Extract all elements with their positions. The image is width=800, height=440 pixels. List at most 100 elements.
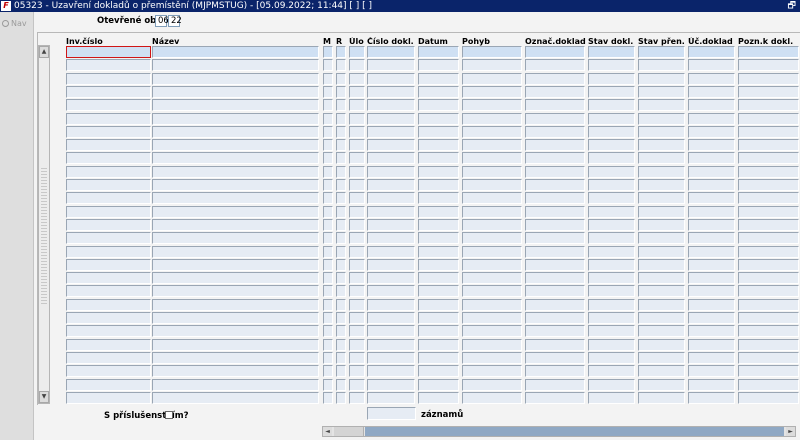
cell-oznac[interactable]: [525, 113, 585, 125]
cell-m[interactable]: [323, 285, 333, 297]
cell-datum[interactable]: [418, 379, 459, 391]
cell-pozn[interactable]: [738, 219, 799, 231]
cell-r[interactable]: [336, 206, 346, 218]
cell-datum[interactable]: [418, 325, 459, 337]
cell-stav_pren[interactable]: [638, 246, 685, 258]
cell-pozn[interactable]: [738, 285, 799, 297]
cell-cislo[interactable]: [367, 219, 415, 231]
cell-cislo[interactable]: [367, 166, 415, 178]
cell-nazev[interactable]: [152, 192, 319, 204]
cell-cislo[interactable]: [367, 113, 415, 125]
cell-uc_doklad[interactable]: [688, 392, 735, 404]
cell-uc_doklad[interactable]: [688, 206, 735, 218]
cell-r[interactable]: [336, 192, 346, 204]
cell-uc_doklad[interactable]: [688, 86, 735, 98]
cell-inv[interactable]: [66, 139, 151, 151]
cell-stav_dokl[interactable]: [588, 99, 635, 111]
cell-ulo[interactable]: [349, 379, 365, 391]
cell-stav_pren[interactable]: [638, 272, 685, 284]
cell-pozn[interactable]: [738, 232, 799, 244]
cell-inv[interactable]: [66, 46, 151, 58]
cell-stav_dokl[interactable]: [588, 246, 635, 258]
cell-oznac[interactable]: [525, 139, 585, 151]
cell-stav_dokl[interactable]: [588, 126, 635, 138]
cell-stav_dokl[interactable]: [588, 46, 635, 58]
cell-cislo[interactable]: [367, 99, 415, 111]
cell-datum[interactable]: [418, 232, 459, 244]
cell-stav_dokl[interactable]: [588, 113, 635, 125]
cell-pohyb[interactable]: [462, 166, 522, 178]
cell-datum[interactable]: [418, 365, 459, 377]
cell-ulo[interactable]: [349, 206, 365, 218]
scroll-down-icon[interactable]: ▼: [39, 391, 49, 403]
horizontal-scrollbar[interactable]: ◄ ►: [322, 426, 796, 437]
cell-m[interactable]: [323, 246, 333, 258]
cell-oznac[interactable]: [525, 285, 585, 297]
cell-cislo[interactable]: [367, 139, 415, 151]
cell-uc_doklad[interactable]: [688, 259, 735, 271]
cell-pohyb[interactable]: [462, 206, 522, 218]
cell-stav_pren[interactable]: [638, 219, 685, 231]
cell-stav_pren[interactable]: [638, 166, 685, 178]
cell-datum[interactable]: [418, 86, 459, 98]
cell-pohyb[interactable]: [462, 299, 522, 311]
cell-pozn[interactable]: [738, 126, 799, 138]
cell-datum[interactable]: [418, 312, 459, 324]
cell-stav_dokl[interactable]: [588, 259, 635, 271]
cell-datum[interactable]: [418, 206, 459, 218]
cell-cislo[interactable]: [367, 352, 415, 364]
cell-m[interactable]: [323, 365, 333, 377]
cell-r[interactable]: [336, 99, 346, 111]
cell-nazev[interactable]: [152, 365, 319, 377]
cell-stav_dokl[interactable]: [588, 285, 635, 297]
cell-inv[interactable]: [66, 86, 151, 98]
cell-cislo[interactable]: [367, 246, 415, 258]
cell-inv[interactable]: [66, 179, 151, 191]
cell-m[interactable]: [323, 126, 333, 138]
cell-datum[interactable]: [418, 246, 459, 258]
cell-ulo[interactable]: [349, 312, 365, 324]
cell-uc_doklad[interactable]: [688, 126, 735, 138]
cell-nazev[interactable]: [152, 86, 319, 98]
cell-oznac[interactable]: [525, 272, 585, 284]
cell-cislo[interactable]: [367, 179, 415, 191]
cell-stav_pren[interactable]: [638, 99, 685, 111]
cell-pozn[interactable]: [738, 339, 799, 351]
nav-button[interactable]: Nav: [2, 19, 27, 28]
cell-pohyb[interactable]: [462, 46, 522, 58]
cell-oznac[interactable]: [525, 46, 585, 58]
cell-inv[interactable]: [66, 99, 151, 111]
cell-ulo[interactable]: [349, 113, 365, 125]
hscroll-track[interactable]: [365, 427, 784, 436]
cell-ulo[interactable]: [349, 179, 365, 191]
cell-stav_dokl[interactable]: [588, 392, 635, 404]
cell-nazev[interactable]: [152, 312, 319, 324]
cell-cislo[interactable]: [367, 206, 415, 218]
cell-cislo[interactable]: [367, 86, 415, 98]
cell-stav_pren[interactable]: [638, 46, 685, 58]
cell-pohyb[interactable]: [462, 99, 522, 111]
cell-stav_dokl[interactable]: [588, 73, 635, 85]
cell-m[interactable]: [323, 299, 333, 311]
cell-m[interactable]: [323, 152, 333, 164]
cell-inv[interactable]: [66, 285, 151, 297]
cell-ulo[interactable]: [349, 365, 365, 377]
cell-stav_dokl[interactable]: [588, 86, 635, 98]
cell-uc_doklad[interactable]: [688, 246, 735, 258]
cell-stav_dokl[interactable]: [588, 219, 635, 231]
cell-inv[interactable]: [66, 365, 151, 377]
cell-r[interactable]: [336, 59, 346, 71]
cell-oznac[interactable]: [525, 206, 585, 218]
cell-inv[interactable]: [66, 152, 151, 164]
hscroll-thumb[interactable]: [334, 427, 364, 436]
cell-r[interactable]: [336, 392, 346, 404]
cell-ulo[interactable]: [349, 219, 365, 231]
cell-ulo[interactable]: [349, 259, 365, 271]
cell-datum[interactable]: [418, 166, 459, 178]
cell-cislo[interactable]: [367, 312, 415, 324]
cell-m[interactable]: [323, 139, 333, 151]
cell-m[interactable]: [323, 352, 333, 364]
cell-stav_pren[interactable]: [638, 285, 685, 297]
cell-m[interactable]: [323, 46, 333, 58]
cell-m[interactable]: [323, 219, 333, 231]
